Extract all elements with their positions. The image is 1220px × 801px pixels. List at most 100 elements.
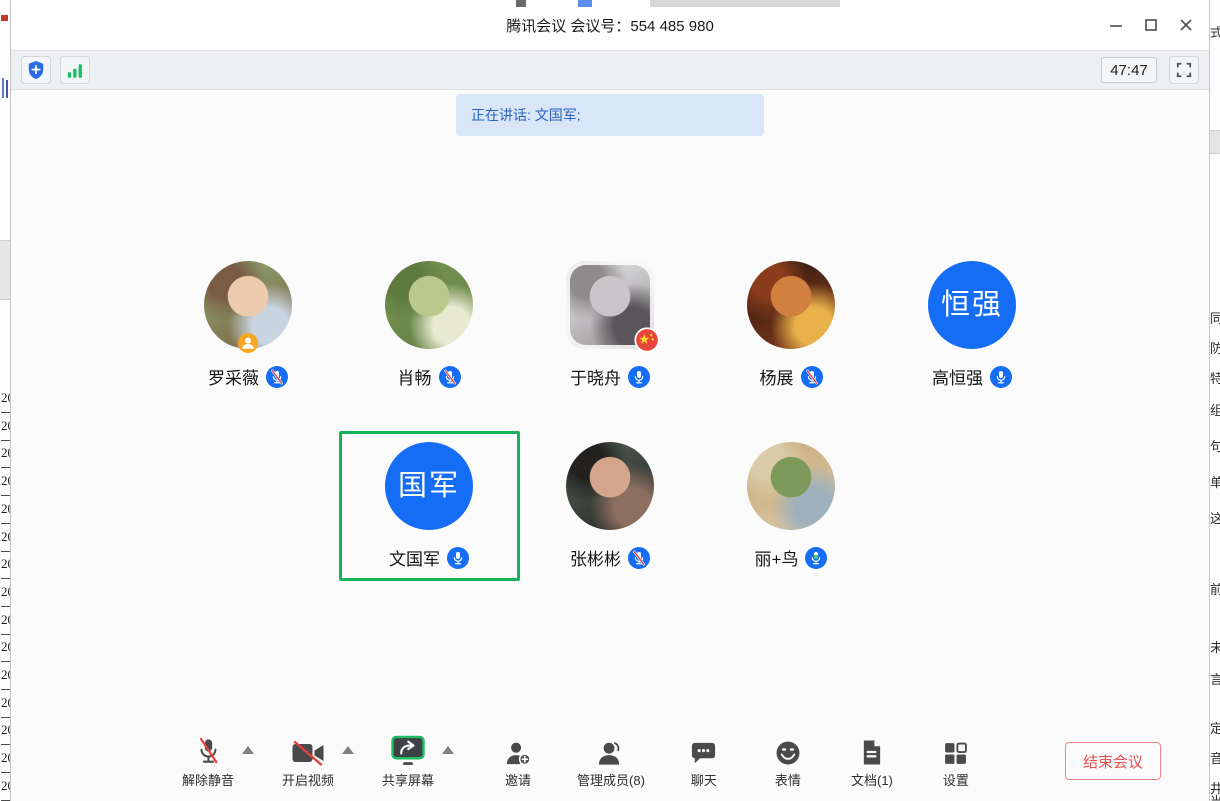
participant-name-row: 文国军 [389,545,469,570]
toolbar-emoji-button[interactable]: 表情 [763,734,813,789]
mic-status-muted-icon[interactable] [266,366,288,388]
maximize-button[interactable] [1133,10,1168,40]
end-meeting-button[interactable]: 结束会议 [1065,742,1161,780]
window-title: 腾讯会议 会议号：554 485 980 [506,15,714,36]
participant-tile[interactable]: 恒强高恒强 [882,250,1063,400]
toolbar-invite-label: 邀请 [505,770,531,789]
participant-name-row: 肖畅 [398,364,461,389]
toolbar-docs-label: 文档(1) [851,770,893,789]
toolbar-settings-button[interactable]: 设置 [931,734,981,789]
mic-status-muted-icon[interactable] [801,366,823,388]
toolbar-invite-button[interactable]: 邀请 [493,734,543,789]
background-text-fragment: 防 [1210,342,1220,356]
toolbar-settings-label: 设置 [943,770,969,789]
participant-name-row: 丽+鸟 [755,545,828,570]
toolbar-start-video-options-arrow-icon[interactable] [342,746,354,754]
minimize-button[interactable] [1098,10,1133,40]
background-text-fragment: 音 [1210,752,1220,766]
background-text-fragment: 言 [1210,673,1220,687]
fullscreen-icon [1176,62,1192,78]
flag-badge-icon [634,327,660,353]
left-edge-blue-mark [2,78,4,98]
toolbar-emoji-label: 表情 [775,770,801,789]
toolbar-docs-button[interactable]: 文档(1) [847,734,897,789]
camera-off-icon [291,734,325,766]
participant-name: 张彬彬 [570,545,621,570]
participant-tile[interactable]: 丽+鸟 [701,431,882,581]
right-edge-gray-band [1210,130,1220,154]
background-window-right-edge: 式同防特组句单这前未言定音井当 [1209,0,1220,801]
background-text-fragment: 前 [1210,583,1220,597]
participant-name-row: 于晓舟 [570,364,650,389]
avatar [385,261,473,349]
avatar: 恒强 [928,261,1016,349]
avatar-image: 国军 [385,442,473,530]
avatar-image: 恒强 [928,261,1016,349]
security-shield-button[interactable] [21,56,51,84]
background-text-fragment: 同 [1210,312,1220,326]
avatar-image [747,261,835,349]
participant-name: 于晓舟 [570,364,621,389]
chat-icon [690,734,717,766]
participant-name: 罗采薇 [208,364,259,389]
settings-icon [943,734,968,766]
participant-tile[interactable]: 杨展 [701,250,882,400]
participant-tile[interactable]: 罗采薇 [158,250,339,400]
participant-tile-active-speaker[interactable]: 国军文国军 [339,431,520,581]
background-text-fragment: 特 [1210,372,1220,386]
participant-tile[interactable]: 张彬彬 [520,431,701,581]
participant-name-row: 杨展 [760,364,823,389]
mic-status-on-icon[interactable] [990,366,1012,388]
network-signal-button[interactable] [60,56,90,84]
participant-row: 国军文国军张彬彬丽+鸟 [11,431,1209,581]
avatar [204,261,292,349]
toolbar-unmute-button[interactable]: 解除静音 [182,734,234,789]
meeting-window: 腾讯会议 会议号：554 485 980 [10,0,1210,801]
avatar [566,261,654,349]
left-edge-blue-mark [6,80,8,98]
window-controls [1098,10,1203,40]
left-edge-red-mark [1,15,8,21]
toolbar-start-video-button[interactable]: 开启视频 [282,734,334,789]
background-window-top-fragment [578,0,592,7]
participant-name: 杨展 [760,364,794,389]
avatar: 国军 [385,442,473,530]
close-icon [1180,19,1192,31]
maximize-icon [1145,19,1157,31]
mic-status-muted-icon[interactable] [439,366,461,388]
toolbar-share-screen-label: 共享屏幕 [382,770,434,789]
background-text-fragment: 这 [1210,512,1220,526]
avatar-image [747,442,835,530]
background-text-fragment: 当 [1210,795,1220,801]
participant-tile[interactable]: 肖畅 [339,250,520,400]
participant-tile[interactable]: 于晓舟 [520,250,701,400]
toolbar-chat-label: 聊天 [691,770,717,789]
mic-status-on-icon[interactable] [447,547,469,569]
close-button[interactable] [1168,10,1203,40]
participant-grid: 罗采薇肖畅于晓舟杨展恒强高恒强国军文国军张彬彬丽+鸟 [11,250,1209,581]
toolbar-share-screen-button[interactable]: 共享屏幕 [382,734,434,789]
toolbar-chat-button[interactable]: 聊天 [679,734,729,789]
background-text-fragment: 井 [1210,782,1220,796]
background-text-fragment: 单 [1210,476,1220,490]
background-text-fragment: 式 [1210,26,1220,40]
participant-name: 丽+鸟 [755,545,799,570]
toolbar-unmute-options-arrow-icon[interactable] [242,746,254,754]
participant-name-row: 罗采薇 [208,364,288,389]
participant-name: 肖畅 [398,364,432,389]
mic-status-on-icon[interactable] [628,366,650,388]
fullscreen-button[interactable] [1169,56,1199,84]
toolbar-manage-members-button[interactable]: 管理成员(8) [577,734,645,789]
minimize-icon [1110,19,1122,31]
document-icon [860,734,883,766]
mic-muted-icon [195,734,221,766]
avatar-initials: 国军 [398,472,460,501]
avatar-image [385,261,473,349]
toolbar-share-screen-options-arrow-icon[interactable] [442,746,454,754]
background-window-top-fragment [650,0,840,7]
background-text-fragment: 未 [1210,641,1220,655]
toolbar-manage-members-label: 管理成员(8) [577,770,645,789]
mic-status-muted-icon[interactable] [628,547,650,569]
mic-status-active-icon[interactable] [805,547,827,569]
background-text-fragment: 句 [1210,440,1220,454]
